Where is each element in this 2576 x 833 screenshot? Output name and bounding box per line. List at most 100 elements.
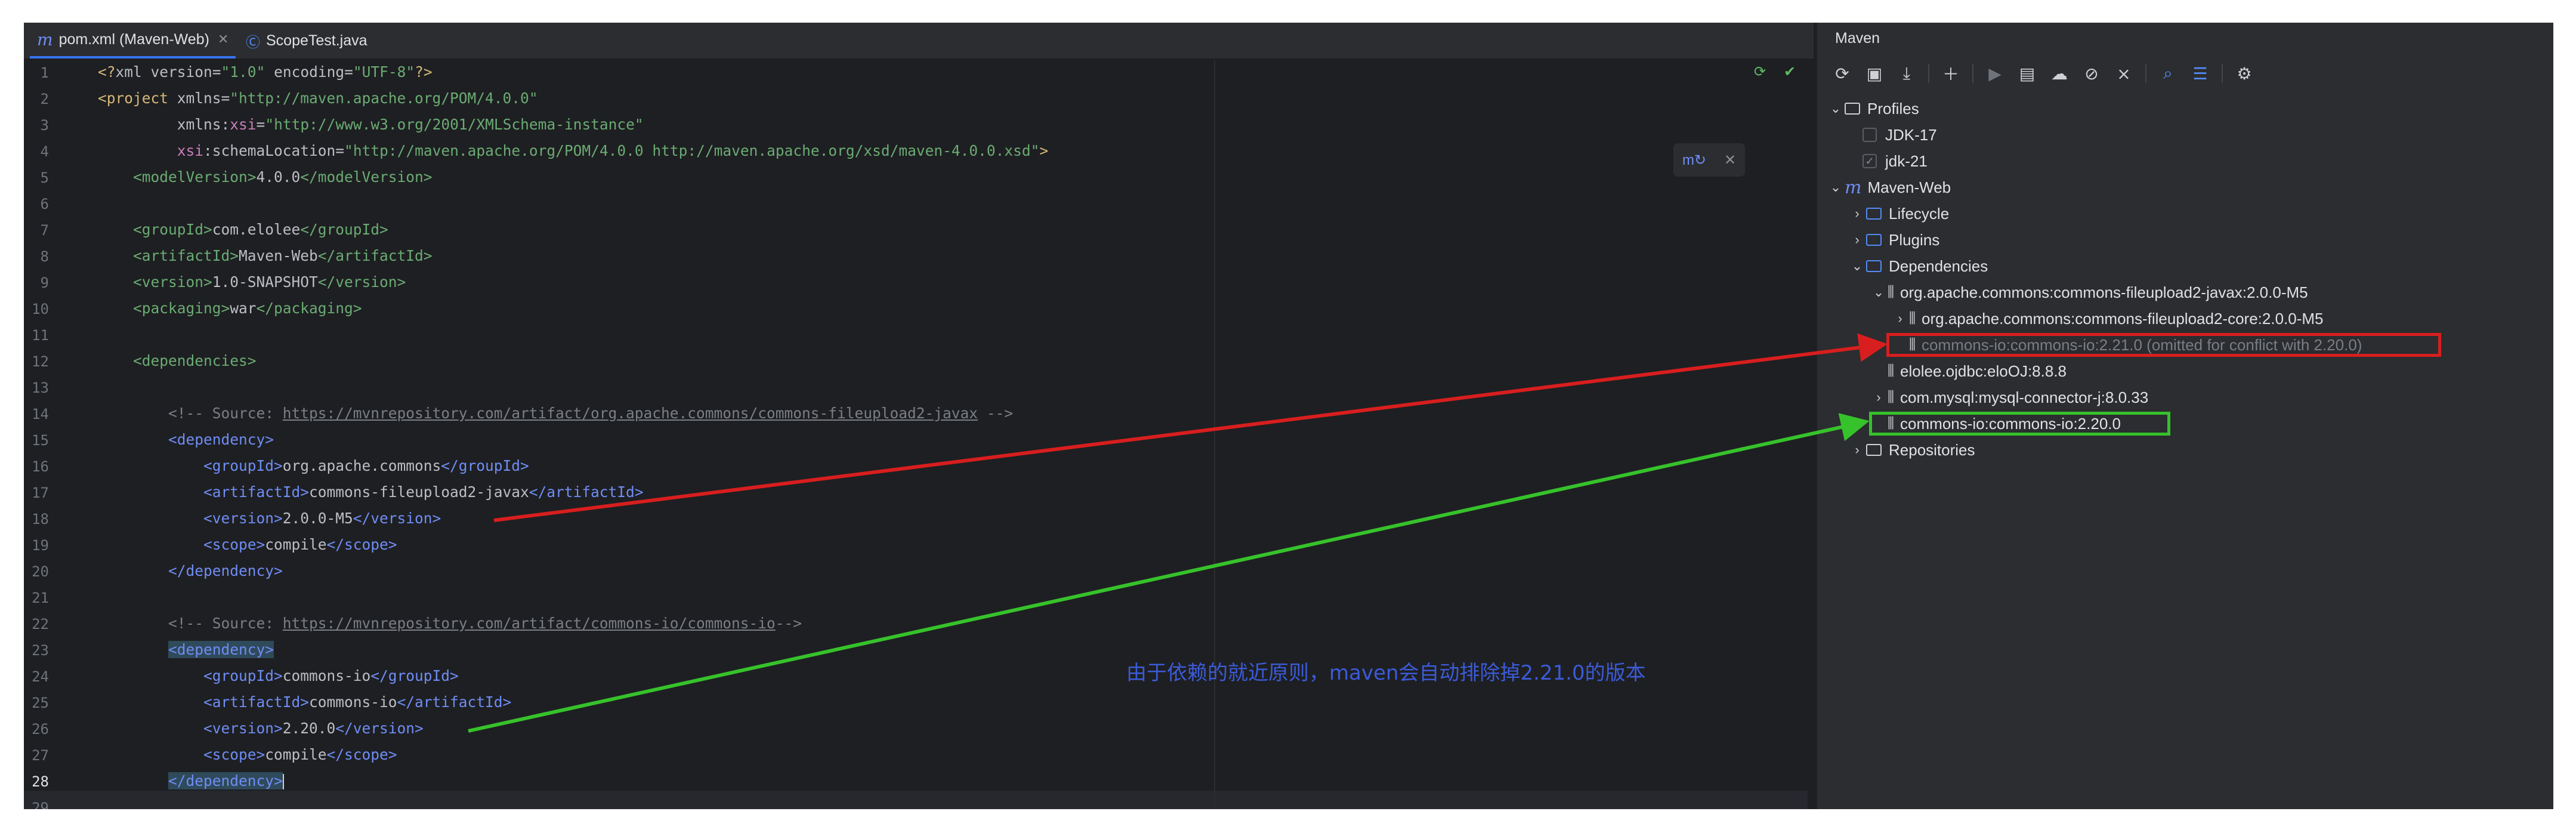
collapse-icon[interactable]: ⨯ (2111, 60, 2137, 87)
tab-pom-xml[interactable]: m pom.xml (Maven-Web) ✕ (30, 23, 236, 58)
folder-icon (1866, 444, 1882, 456)
code-line-22: <!-- Source: https://mvnrepository.com/a… (168, 615, 802, 632)
code-line-16: <groupId>org.apache.commons</groupId> (203, 457, 529, 474)
library-icon: ⫼ (1888, 363, 1895, 379)
code-line-25: <artifactId>commons-io</artifactId> (203, 693, 512, 711)
code-line-20: </dependency> (168, 562, 283, 579)
library-icon: ⫼ (1909, 310, 1916, 326)
tree-label: org.apache.commons:commons-fileupload2-j… (1900, 283, 2308, 301)
close-icon[interactable]: ✕ (218, 32, 228, 47)
code-line-18: <version>2.0.0-M5</version> (203, 510, 441, 527)
line-number: 8 (40, 248, 49, 265)
add-icon[interactable]: ＋ (1938, 60, 1964, 87)
library-icon: ⫼ (1888, 389, 1895, 405)
line-number: 9 (40, 274, 49, 291)
tree-item-plugins[interactable]: › Plugins (1848, 227, 1939, 253)
code-line-23: <dependency> (168, 641, 274, 658)
reload-icon[interactable]: ⟳ (1829, 60, 1855, 87)
tree-item-project[interactable]: ⌄ m Maven-Web (1827, 174, 1951, 200)
skip-tests-icon[interactable]: ⊘ (2078, 60, 2105, 87)
line-number: 2 (40, 91, 49, 107)
chevron-right-icon[interactable]: › (1848, 206, 1866, 221)
right-margin-guide (1214, 60, 1215, 809)
tree-item-dep-mysql[interactable]: › ⫼ com.mysql:mysql-connector-j:8.0.33 (1870, 384, 2148, 411)
line-number: 5 (40, 169, 49, 186)
folder-icon (1866, 260, 1882, 272)
execute-goal-icon[interactable]: ▤ (2014, 60, 2040, 87)
tree-label: Plugins (1889, 230, 1940, 249)
chevron-down-icon[interactable]: ⌄ (1827, 180, 1845, 195)
line-number: 15 (32, 432, 49, 449)
tab-label: pom.xml (Maven-Web) (58, 30, 209, 48)
reload-folder-icon[interactable]: ▣ (1861, 60, 1888, 87)
tab-scope-test[interactable]: Ⓒ ScopeTest.java (239, 23, 375, 58)
sync-icon[interactable]: ⟳ (1754, 63, 1766, 81)
chevron-down-icon[interactable]: ⌄ (1870, 285, 1888, 300)
editor-tab-bar: m pom.xml (Maven-Web) ✕ Ⓒ ScopeTest.java (24, 23, 1814, 60)
settings-gear-icon[interactable]: ⚙ (2231, 60, 2257, 87)
toolbar-separator (1972, 64, 1973, 83)
code-line-4: xsi:schemaLocation="http://maven.apache.… (177, 142, 1049, 159)
folder-icon (1866, 234, 1882, 246)
analyze-dependencies-icon[interactable]: ⌕ (2155, 60, 2181, 87)
line-number: 18 (32, 511, 49, 527)
annotation-text: 由于依赖的就近原则，maven会自动排除掉2.21.0的版本 (1126, 661, 1646, 685)
code-line-14: <!-- Source: https://mvnrepository.com/a… (168, 405, 1014, 422)
tree-item-lifecycle[interactable]: › Lifecycle (1848, 200, 1949, 227)
toolbar-separator (1928, 64, 1929, 83)
maven-toolbar: ⟳ ▣ ⤓ ＋ ▶ ▤ ☁ ⊘ ⨯ ⌕ ☰ ⚙ (1829, 58, 2257, 88)
chevron-down-icon[interactable]: ⌄ (1827, 101, 1845, 116)
checkbox[interactable] (1862, 128, 1877, 142)
run-icon[interactable]: ▶ (1982, 60, 2008, 87)
line-number-gutter: 1 2 3 4 5 6 7 8 9 10 11 12 13 14 15 16 17 18 19 20 21 22 23 24 2… (24, 60, 95, 809)
tree-item-dependencies[interactable]: ⌄ Dependencies (1848, 253, 1988, 279)
tree-label: jdk-21 (1885, 152, 1928, 170)
tree-item-profiles[interactable]: ⌄ Profiles (1827, 95, 1919, 122)
maven-icon: m (1845, 177, 1862, 198)
line-number: 6 (40, 196, 49, 212)
tree-label: JDK-17 (1885, 125, 1937, 144)
tree-item-dep-fileupload[interactable]: ⌄ ⫼ org.apache.commons:commons-fileuploa… (1870, 279, 2308, 306)
tree-item-dep-fileupload-core[interactable]: › ⫼ org.apache.commons:commons-fileuploa… (1891, 306, 2323, 332)
chevron-right-icon[interactable]: › (1848, 232, 1866, 248)
download-icon[interactable]: ⤓ (1894, 60, 1920, 87)
inline-hint-popup[interactable]: m↻ ✕ (1673, 143, 1745, 177)
line-number: 16 (32, 458, 49, 475)
code-line-8: <artifactId>Maven-Web</artifactId> (133, 247, 433, 264)
code-line-28: </dependency> (168, 772, 284, 789)
code-line-17: <artifactId>commons-fileupload2-javax</a… (203, 483, 644, 501)
show-diagram-icon[interactable]: ☰ (2187, 60, 2213, 87)
maven-reload-icon[interactable]: m↻ (1682, 152, 1706, 169)
line-number: 4 (40, 143, 49, 160)
tree-item-profile-jdk17[interactable]: JDK-17 (1862, 122, 1937, 148)
code-line-1: <?xml version="1.0" encoding="UTF-8"?> (98, 63, 433, 81)
line-number: 12 (32, 353, 49, 370)
line-number: 13 (32, 380, 49, 396)
tree-item-dep-elolee[interactable]: ⫼ elolee.ojdbc:eloOJ:8.8.8 (1870, 358, 2067, 384)
toolbar-separator (2145, 64, 2146, 83)
toolbar-separator (2222, 64, 2223, 83)
tree-item-profile-jdk21[interactable]: ✓ jdk-21 (1862, 148, 1928, 174)
line-number: 7 (40, 222, 49, 239)
code-line-10: <packaging>war</packaging> (133, 300, 362, 317)
close-icon[interactable]: ✕ (1724, 152, 1736, 169)
chevron-right-icon[interactable]: › (1870, 390, 1888, 405)
line-number: 1 (40, 64, 49, 81)
tree-label: Profiles (1867, 99, 1919, 118)
checkbox-checked[interactable]: ✓ (1862, 154, 1877, 168)
chevron-right-icon[interactable]: › (1891, 311, 1909, 326)
line-number: 29 (32, 800, 49, 809)
line-number: 17 (32, 485, 49, 501)
line-number: 11 (32, 327, 49, 344)
code-editor[interactable]: 1 2 3 4 5 6 7 8 9 10 11 12 13 14 15 16 17 18 19 20 21 22 23 24 2… (24, 60, 1814, 809)
chevron-right-icon[interactable]: › (1848, 442, 1866, 458)
line-number: 14 (32, 406, 49, 422)
highlight-box-selected (1869, 412, 2170, 436)
tab-label: ScopeTest.java (266, 32, 367, 49)
offline-icon[interactable]: ☁ (2046, 60, 2072, 87)
chevron-down-icon[interactable]: ⌄ (1848, 258, 1866, 274)
java-class-icon: Ⓒ (246, 33, 260, 51)
code-line-5: <modelVersion>4.0.0</modelVersion> (133, 168, 433, 186)
code-line-19: <scope>compile</scope> (203, 536, 397, 553)
tree-item-repositories[interactable]: › Repositories (1848, 437, 1975, 463)
